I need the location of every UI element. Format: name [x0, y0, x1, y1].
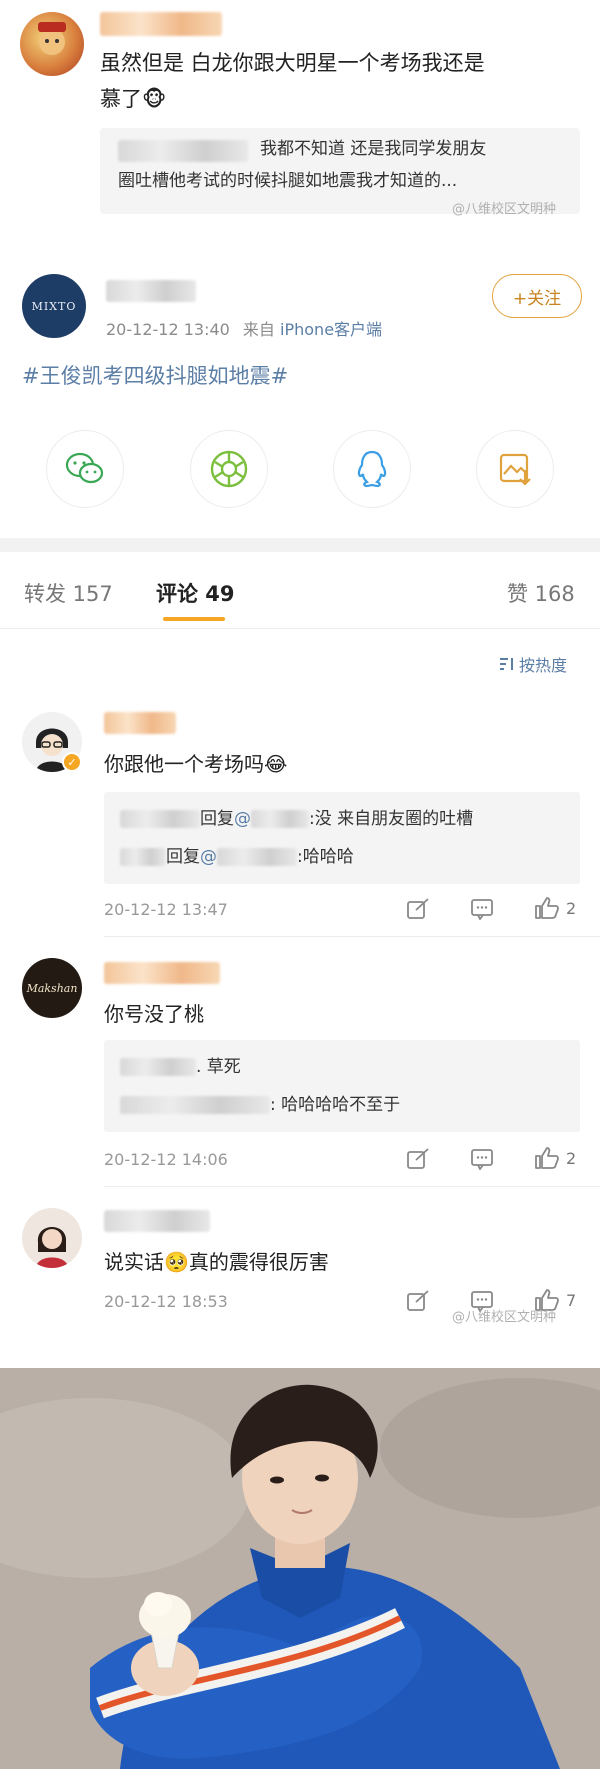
comment-text-line-2: 慕了🐵 — [100, 87, 167, 111]
comment-time: 20-12-12 13:47 — [104, 900, 228, 919]
attached-photo[interactable] — [0, 1368, 600, 1769]
quoted-comment: 虽然但是 白龙你跟大明星一个考场我还是 慕了🐵 我都不知道 还是我同学发朋友 圈… — [0, 0, 600, 225]
post-source-prefix: 来自 — [242, 320, 275, 339]
tab-likes[interactable]: 赞 168 — [507, 578, 575, 608]
username[interactable] — [100, 12, 222, 36]
verified-badge: ✓ — [62, 752, 82, 772]
post-time: 20-12-12 13:40 — [106, 320, 230, 339]
sort-icon — [500, 658, 513, 670]
comment-time: 20-12-12 14:06 — [104, 1150, 228, 1169]
repost-icon — [407, 1290, 429, 1311]
thumbs-up-icon — [535, 1147, 559, 1169]
post-source[interactable]: iPhone客户端 — [280, 320, 382, 339]
reply-box[interactable]: 回复@:没 来自朋友圈的吐槽 回复@:哈哈哈 — [104, 792, 580, 884]
active-tab-indicator — [163, 617, 225, 621]
reply-line: . 草死 — [120, 1052, 241, 1077]
moments-icon — [210, 450, 248, 488]
like-count: 2 — [566, 1148, 577, 1168]
reply-prefix: 回复 — [200, 809, 234, 829]
tab-repost[interactable]: 转发 157 — [24, 578, 113, 608]
share-qq-button[interactable] — [333, 430, 411, 508]
watermark: @八维校区文明种 — [452, 1310, 557, 1325]
repost-button[interactable] — [406, 898, 430, 920]
avatar[interactable] — [20, 12, 84, 76]
reply-username — [120, 810, 200, 828]
comment-text-line-1: 虽然但是 白龙你跟大明星一个考场我还是 — [100, 51, 485, 75]
tab-comments[interactable]: 评论 49 — [156, 578, 235, 608]
commenter-name[interactable] — [104, 1210, 210, 1232]
repost-icon — [407, 898, 429, 919]
reply-text: :没 来自朋友圈的吐槽 — [309, 809, 474, 829]
sort-by-hot-button[interactable]: 按热度 — [498, 652, 567, 676]
share-moments-button[interactable] — [190, 430, 268, 508]
reply-button[interactable] — [470, 1148, 494, 1170]
like-button[interactable]: 2 — [534, 896, 576, 920]
quoted-username — [118, 140, 248, 162]
reply-box[interactable]: . 草死 : 哈哈哈哈不至于 — [104, 1040, 580, 1132]
avatar-logo-text: MIXTO — [31, 299, 77, 313]
comment-text: 说实话🥺真的震得很厉害 — [104, 1250, 329, 1274]
reply-username — [120, 1096, 270, 1114]
like-button[interactable]: 2 — [534, 1146, 576, 1170]
like-count: 7 — [566, 1290, 577, 1310]
commenter-avatar[interactable]: Makshan — [22, 958, 82, 1018]
thumbs-up-icon — [535, 897, 559, 919]
comment-icon — [471, 1149, 493, 1170]
comment-text: 你跟他一个考场吗😂 — [104, 752, 288, 776]
sort-label: 按热度 — [519, 656, 568, 675]
post-author-avatar[interactable]: MIXTO — [22, 274, 86, 338]
reply-text: : 哈哈哈哈不至于 — [270, 1095, 401, 1115]
commenter-name[interactable] — [104, 962, 220, 984]
reply-button[interactable] — [470, 898, 494, 920]
save-image-button[interactable] — [476, 430, 554, 508]
repost-button[interactable] — [406, 1290, 430, 1312]
mention[interactable]: @ — [200, 847, 217, 867]
wechat-icon — [65, 452, 104, 484]
reply-line: 回复@ :没 来自朋友圈的吐槽 — [120, 804, 473, 829]
reply-line: 回复@ :哈哈哈 — [120, 842, 354, 867]
reply-username — [120, 1058, 196, 1076]
reply-username — [120, 848, 166, 866]
follow-button[interactable]: +关注 — [492, 274, 582, 318]
mention[interactable]: @ — [234, 809, 251, 829]
quoted-text-line-2: 圈吐槽他考试的时候抖腿如地震我才知道的... — [118, 171, 458, 191]
hashtag-link[interactable]: #王俊凯考四级抖腿如地震# — [22, 360, 288, 390]
repost-icon — [407, 1148, 429, 1169]
repost-button[interactable] — [406, 1148, 430, 1170]
like-count: 2 — [566, 898, 577, 918]
reply-line: : 哈哈哈哈不至于 — [120, 1090, 400, 1115]
comment-icon — [471, 899, 493, 920]
avatar-logo-text: Makshan — [26, 981, 78, 995]
share-wechat-button[interactable] — [46, 430, 124, 508]
comment-text: 你号没了桃 — [104, 1002, 204, 1026]
reply-text: :哈哈哈 — [297, 847, 354, 867]
reply-prefix: 回复 — [166, 847, 200, 867]
commenter-avatar[interactable] — [22, 1208, 82, 1268]
qq-icon — [357, 450, 387, 488]
mention-username — [251, 810, 309, 828]
photo-illustration — [0, 1368, 600, 1769]
commenter-name[interactable] — [104, 712, 176, 734]
mention-username — [217, 848, 297, 866]
post-author-name[interactable] — [106, 280, 196, 302]
comment-divider — [104, 1186, 600, 1187]
tabs-divider — [0, 628, 600, 629]
comment-divider — [104, 936, 600, 937]
section-divider — [0, 538, 600, 552]
post-meta: 20-12-12 13:40 来自 iPhone客户端 — [106, 316, 382, 340]
watermark: @八维校区文明种 — [452, 202, 557, 217]
save-image-icon — [499, 453, 531, 486]
reply-text: . 草死 — [196, 1057, 241, 1077]
quoted-text-line-1: 我都不知道 还是我同学发朋友 — [260, 139, 487, 159]
comment-time: 20-12-12 18:53 — [104, 1292, 228, 1311]
